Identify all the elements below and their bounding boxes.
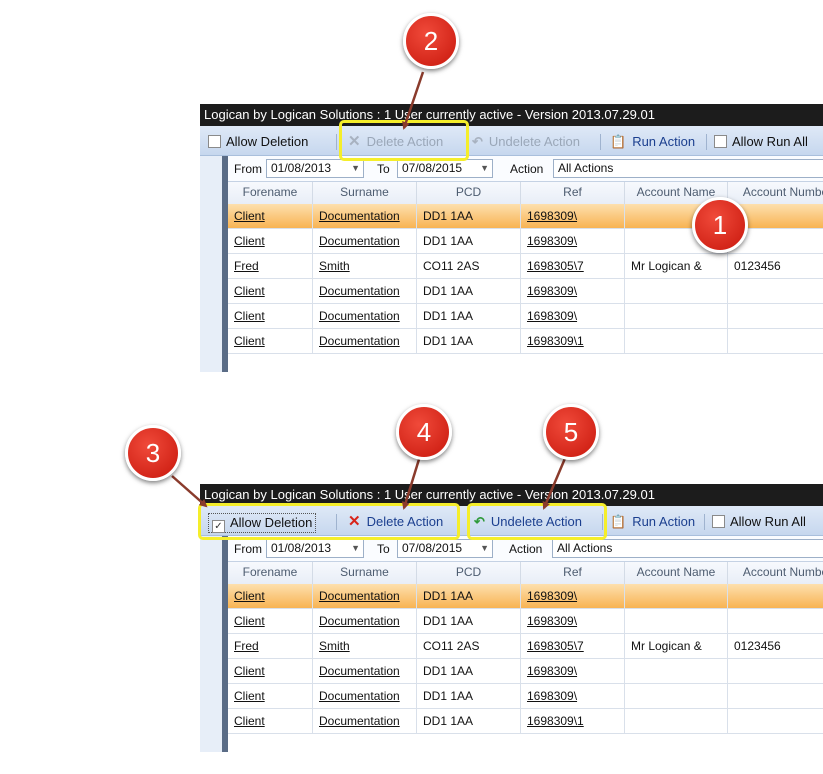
callout-badge-4: 4 [396, 404, 452, 460]
callout-5-pointer [542, 455, 568, 510]
callout-3-pointer [171, 475, 208, 508]
callout-4-pointer [401, 455, 422, 510]
callout-badge-2: 2 [403, 13, 459, 69]
callout-badge-5: 5 [543, 404, 599, 460]
callout-arrows [171, 71, 568, 510]
callout-badge-3: 3 [125, 425, 181, 481]
callout-2-pointer [402, 71, 425, 130]
callout-badge-1: 1 [692, 197, 748, 253]
